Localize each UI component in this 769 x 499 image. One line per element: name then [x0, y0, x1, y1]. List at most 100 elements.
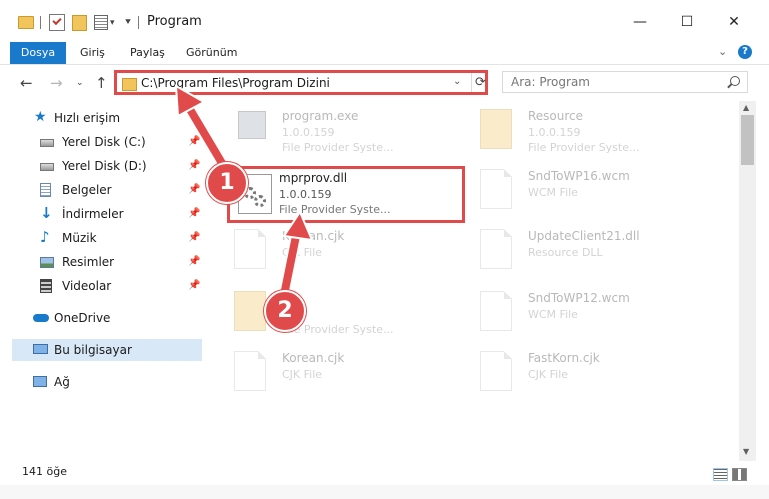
- list-item[interactable]: Korean.cjk CJK File: [210, 347, 440, 399]
- pin-icon[interactable]: 📌: [188, 160, 200, 171]
- file-name: UpdateClient21.dll: [528, 229, 640, 243]
- pin-icon[interactable]: 📌: [188, 280, 200, 291]
- sidebar-item-label: Yerel Disk (C:): [62, 135, 146, 149]
- window-bottom-edge: [0, 485, 769, 499]
- folder-icon: [18, 16, 34, 29]
- back-arrow-icon[interactable]: ←: [20, 74, 33, 92]
- forward-arrow-icon[interactable]: →: [50, 74, 63, 92]
- drive-icon: [40, 163, 54, 171]
- sidebar-item-label: OneDrive: [54, 311, 111, 325]
- properties-icon[interactable]: [94, 15, 108, 30]
- sidebar-item-network[interactable]: Ağ: [0, 371, 202, 393]
- pin-icon[interactable]: 📌: [188, 208, 200, 219]
- sidebar-item-onedrive[interactable]: OneDrive: [0, 307, 202, 329]
- list-item[interactable]: program.exe 1.0.0.159 File Provider Syst…: [210, 105, 440, 157]
- sidebar-item-label: Müzik: [62, 231, 97, 245]
- list-item[interactable]: FastKorn.cjk CJK File: [456, 347, 686, 399]
- chevron-down-icon[interactable]: ▾: [110, 18, 115, 28]
- status-bar: 141 öğe: [0, 461, 769, 485]
- sidebar-item-label: Resimler: [62, 255, 115, 269]
- navigation-pane: ★ Hızlı erişim Yerel Disk (C:) 📌 Yerel D…: [0, 101, 206, 461]
- document-file-icon: [480, 291, 512, 331]
- sidebar-item-local-disk-d[interactable]: Yerel Disk (D:) 📌: [0, 155, 202, 177]
- dll-file-icon: [480, 229, 512, 269]
- file-type: CJK File: [282, 368, 323, 381]
- step-marker-2: 2: [264, 290, 306, 332]
- highlighted-dll-item[interactable]: mprprov.dll 1.0.0.159 File Provider Syst…: [227, 166, 465, 223]
- item-count: 141 öğe: [22, 465, 67, 478]
- sidebar-item-downloads[interactable]: ↓ İndirmeler 📌: [0, 203, 202, 225]
- scrollbar-thumb[interactable]: [741, 115, 754, 165]
- list-item[interactable]: 59 File Provider Syste...: [210, 287, 440, 339]
- file-description: File Provider Syste...: [282, 141, 394, 154]
- ribbon: Dosya Giriş Paylaş Görünüm ⌄ ?: [0, 42, 769, 65]
- new-folder-icon[interactable]: [72, 15, 87, 31]
- list-item[interactable]: SndToWP12.wcm WCM File: [456, 287, 686, 339]
- document-file-icon: [480, 351, 512, 391]
- gear-icon: [254, 195, 266, 207]
- file-type: CJK File: [282, 246, 323, 259]
- sidebar-item-quick-access[interactable]: ★ Hızlı erişim: [0, 107, 202, 129]
- sidebar-item-music[interactable]: ♪ Müzik 📌: [0, 227, 202, 249]
- file-name: Resource: [528, 109, 584, 123]
- list-item[interactable]: Resource 1.0.0.159 File Provider Syste..…: [456, 105, 686, 157]
- network-icon: [33, 376, 47, 387]
- search-placeholder: Ara: Program: [511, 75, 590, 89]
- properties-check-icon[interactable]: [49, 14, 65, 31]
- sidebar-item-this-pc[interactable]: Bu bilgisayar: [12, 339, 202, 361]
- list-item[interactable]: Korean.cjk CJK File: [210, 225, 440, 277]
- vertical-scrollbar[interactable]: ▲ ▼: [739, 101, 756, 461]
- videos-icon: [40, 279, 52, 293]
- tab-share[interactable]: Paylaş: [130, 42, 165, 64]
- pin-icon[interactable]: 📌: [188, 256, 200, 267]
- customize-toolbar-icon[interactable]: ⯆: [124, 17, 132, 28]
- details-view-icon[interactable]: [713, 468, 728, 481]
- sidebar-item-local-disk-c[interactable]: Yerel Disk (C:) 📌: [0, 131, 202, 153]
- file-version: 1.0.0.159: [282, 126, 335, 139]
- sidebar-item-documents[interactable]: Belgeler 📌: [0, 179, 202, 201]
- music-icon: ♪: [40, 228, 50, 246]
- explorer-window: ▾ ⯆ Program — ☐ ✕ Dosya Giriş Paylaş Gör…: [0, 0, 769, 499]
- pin-icon[interactable]: 📌: [188, 184, 200, 195]
- file-description: File Provider Syste...: [279, 203, 391, 216]
- recent-chevron-icon[interactable]: ⌄: [76, 78, 84, 88]
- file-name: SndToWP12.wcm: [528, 291, 630, 305]
- sidebar-item-videos[interactable]: Videolar 📌: [0, 275, 202, 297]
- document-file-icon: [234, 351, 266, 391]
- document-file-icon: [480, 169, 512, 209]
- refresh-icon[interactable]: ⟳: [471, 73, 489, 92]
- sidebar-item-pictures[interactable]: Resimler 📌: [0, 251, 202, 273]
- title-bar: ▾ ⯆ Program — ☐ ✕: [0, 0, 769, 42]
- list-item[interactable]: UpdateClient21.dll Resource DLL: [456, 225, 686, 277]
- list-item[interactable]: SndToWP16.wcm WCM File: [456, 165, 686, 217]
- tab-view[interactable]: Görünüm: [186, 42, 237, 64]
- minimize-button[interactable]: —: [630, 12, 650, 32]
- search-icon: [730, 76, 740, 86]
- address-text[interactable]: C:\Program Files\Program Dizini: [141, 76, 330, 90]
- scroll-up-icon[interactable]: ▲: [743, 103, 749, 112]
- download-icon: ↓: [40, 204, 53, 222]
- tab-file[interactable]: Dosya: [10, 42, 66, 64]
- address-bar[interactable]: C:\Program Files\Program Dizini ⌄ ⟳: [114, 70, 488, 95]
- folder-icon: [122, 78, 137, 91]
- tab-home[interactable]: Giriş: [80, 42, 105, 64]
- up-arrow-icon[interactable]: ↑: [95, 74, 108, 92]
- pin-icon[interactable]: 📌: [188, 232, 200, 243]
- sidebar-item-label: Bu bilgisayar: [54, 343, 132, 357]
- cloud-icon: [33, 314, 49, 322]
- scroll-down-icon[interactable]: ▼: [743, 447, 749, 456]
- file-description: File Provider Syste...: [528, 141, 640, 154]
- sidebar-item-label: Ağ: [54, 375, 70, 389]
- help-icon[interactable]: ?: [738, 45, 752, 59]
- large-icons-view-icon[interactable]: [732, 468, 747, 481]
- maximize-button[interactable]: ☐: [677, 12, 697, 32]
- documents-icon: [40, 183, 51, 197]
- expand-ribbon-icon[interactable]: ⌄: [718, 45, 727, 58]
- document-file-icon: [234, 229, 266, 269]
- address-dropdown-icon[interactable]: ⌄: [453, 76, 461, 87]
- pin-icon[interactable]: 📌: [188, 136, 200, 147]
- search-input[interactable]: Ara: Program: [502, 71, 748, 93]
- drive-icon: [40, 139, 54, 147]
- navigation-bar: ← → ⌄ ↑ C:\Program Files\Program Dizini …: [0, 65, 769, 101]
- close-button[interactable]: ✕: [724, 12, 744, 32]
